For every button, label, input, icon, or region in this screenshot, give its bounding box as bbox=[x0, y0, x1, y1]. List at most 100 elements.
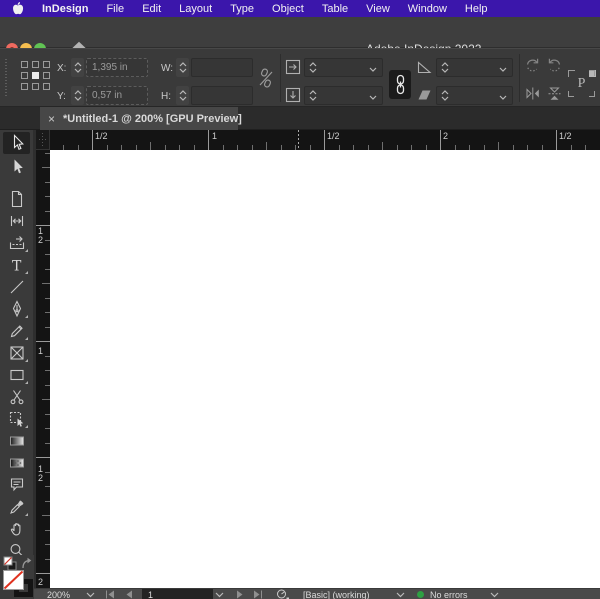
scissors-tool[interactable] bbox=[3, 386, 30, 408]
flyout-indicator-icon bbox=[25, 359, 28, 362]
document-tab[interactable]: × *Untitled-1 @ 200% [GPU Preview] bbox=[40, 107, 242, 130]
next-page-icon[interactable] bbox=[236, 589, 244, 599]
w-stepper[interactable] bbox=[176, 58, 189, 77]
preflight-profile-value[interactable]: [Basic] (working) bbox=[303, 589, 370, 599]
selection-tool[interactable] bbox=[3, 132, 30, 154]
menu-item-edit[interactable]: Edit bbox=[133, 3, 170, 15]
gradient-swatch-tool[interactable] bbox=[3, 430, 30, 452]
zoom-level-value[interactable]: 200% bbox=[47, 589, 70, 599]
tab-close-icon[interactable]: × bbox=[48, 113, 55, 125]
page-dropdown-icon[interactable] bbox=[215, 589, 224, 599]
last-page-icon[interactable] bbox=[253, 589, 263, 599]
x-label: X: bbox=[57, 63, 67, 74]
preflight-dropdown-icon[interactable] bbox=[396, 589, 405, 599]
shear-combo[interactable] bbox=[436, 86, 513, 105]
page-number-field[interactable] bbox=[142, 589, 213, 599]
rotation-combo[interactable] bbox=[436, 58, 513, 77]
first-page-icon[interactable] bbox=[105, 589, 115, 599]
y-field[interactable] bbox=[86, 86, 148, 105]
eyedropper-tool[interactable] bbox=[3, 496, 30, 518]
pen-tool[interactable] bbox=[3, 298, 30, 320]
scale-y-dropdown-icon[interactable] bbox=[369, 87, 377, 105]
menu-item-object[interactable]: Object bbox=[263, 3, 313, 15]
select-container-p-icon[interactable]: P bbox=[568, 70, 595, 97]
note-tool[interactable] bbox=[3, 474, 30, 496]
status-bar: 200% [Basic] (working) bbox=[34, 588, 600, 599]
scale-y-icon bbox=[285, 87, 301, 103]
menu-item-layout[interactable]: Layout bbox=[170, 3, 221, 15]
document-canvas[interactable] bbox=[50, 150, 600, 588]
gradient-feather-tool[interactable] bbox=[3, 452, 30, 474]
zoom-dropdown-icon[interactable] bbox=[86, 589, 95, 599]
h-field[interactable] bbox=[191, 86, 253, 105]
fill-none-stroke-swatch[interactable] bbox=[2, 569, 35, 599]
ruler-label: 1 2 bbox=[38, 464, 44, 483]
tab-title: *Untitled-1 @ 200% [GPU Preview] bbox=[63, 112, 242, 125]
hand-tool[interactable] bbox=[3, 518, 30, 540]
page-tool[interactable] bbox=[3, 188, 30, 210]
flyout-indicator-icon bbox=[25, 425, 28, 428]
x-field[interactable] bbox=[86, 58, 148, 77]
flyout-indicator-icon bbox=[25, 513, 28, 516]
shear-dropdown-icon[interactable] bbox=[499, 87, 507, 105]
scale-x-stepper-icon[interactable] bbox=[309, 62, 317, 73]
w-field[interactable] bbox=[191, 58, 253, 77]
flip-vertical-icon[interactable] bbox=[546, 85, 563, 102]
control-panel: X: Y: W: H: bbox=[0, 48, 600, 107]
flyout-indicator-icon bbox=[25, 381, 28, 384]
flyout-indicator-icon bbox=[25, 337, 28, 340]
menu-item-indesign[interactable]: InDesign bbox=[33, 3, 97, 15]
rotate-clockwise-icon[interactable] bbox=[524, 57, 541, 74]
shear-stepper-icon[interactable] bbox=[441, 90, 449, 101]
flyout-indicator-icon bbox=[25, 249, 28, 252]
error-dropdown-icon[interactable] bbox=[490, 589, 499, 599]
y-label: Y: bbox=[57, 91, 66, 102]
rectangle-tool[interactable] bbox=[3, 364, 30, 386]
y-stepper[interactable] bbox=[71, 86, 84, 105]
error-status-value[interactable]: No errors bbox=[430, 589, 468, 599]
menu-item-table[interactable]: Table bbox=[313, 3, 357, 15]
flip-horizontal-icon[interactable] bbox=[524, 85, 541, 102]
previous-page-icon[interactable] bbox=[125, 589, 133, 599]
menu-item-help[interactable]: Help bbox=[456, 3, 497, 15]
rotation-dropdown-icon[interactable] bbox=[499, 59, 507, 77]
ruler-label: 2 bbox=[38, 577, 44, 587]
error-status-dot bbox=[417, 589, 424, 599]
direct-selection-tool[interactable] bbox=[3, 156, 30, 178]
scale-x-dropdown-icon[interactable] bbox=[369, 59, 377, 77]
h-label: H: bbox=[161, 91, 171, 102]
shear-angle-icon bbox=[417, 88, 432, 102]
scale-x-combo[interactable] bbox=[304, 58, 383, 77]
rotation-stepper-icon[interactable] bbox=[441, 62, 449, 73]
ruler-label: 1 2 bbox=[38, 226, 44, 245]
x-stepper[interactable] bbox=[71, 58, 84, 77]
ruler-label: 1/2 bbox=[327, 131, 340, 141]
vertical-ruler[interactable]: 1 2 1 1 2 2 bbox=[36, 150, 50, 588]
preflight-icon[interactable] bbox=[276, 589, 290, 599]
reference-point-proxy[interactable] bbox=[21, 61, 52, 92]
horizontal-ruler[interactable]: 1/2 1 1/2 2 1/2 bbox=[50, 130, 600, 150]
pencil-tool[interactable] bbox=[3, 320, 30, 342]
menu-item-file[interactable]: File bbox=[97, 3, 133, 15]
content-collector-tool[interactable] bbox=[3, 232, 30, 254]
menu-items: InDesign File Edit Layout Type Object Table Vie… bbox=[33, 0, 497, 18]
frame-tool[interactable] bbox=[3, 342, 30, 364]
panel-grip-handle[interactable] bbox=[5, 59, 7, 97]
menu-item-view[interactable]: View bbox=[357, 3, 399, 15]
constrain-dimensions-broken-chain-icon[interactable] bbox=[257, 67, 275, 89]
h-stepper[interactable] bbox=[176, 86, 189, 105]
menu-item-type[interactable]: Type bbox=[221, 3, 263, 15]
scale-y-combo[interactable] bbox=[304, 86, 383, 105]
scale-y-stepper-icon[interactable] bbox=[309, 90, 317, 101]
rotate-counterclockwise-icon[interactable] bbox=[546, 57, 563, 74]
apple-logo-icon[interactable] bbox=[11, 1, 24, 16]
ruler-origin-box[interactable] bbox=[36, 130, 50, 150]
free-transform-tool[interactable] bbox=[3, 408, 30, 430]
w-label: W: bbox=[161, 63, 174, 74]
gap-tool[interactable] bbox=[3, 210, 30, 232]
type-tool[interactable]: T bbox=[3, 254, 30, 276]
ruler-label: 1/2 bbox=[559, 131, 572, 141]
menu-item-window[interactable]: Window bbox=[399, 3, 456, 15]
line-tool[interactable] bbox=[3, 276, 30, 298]
constrain-scale-chain-icon[interactable] bbox=[389, 70, 411, 99]
